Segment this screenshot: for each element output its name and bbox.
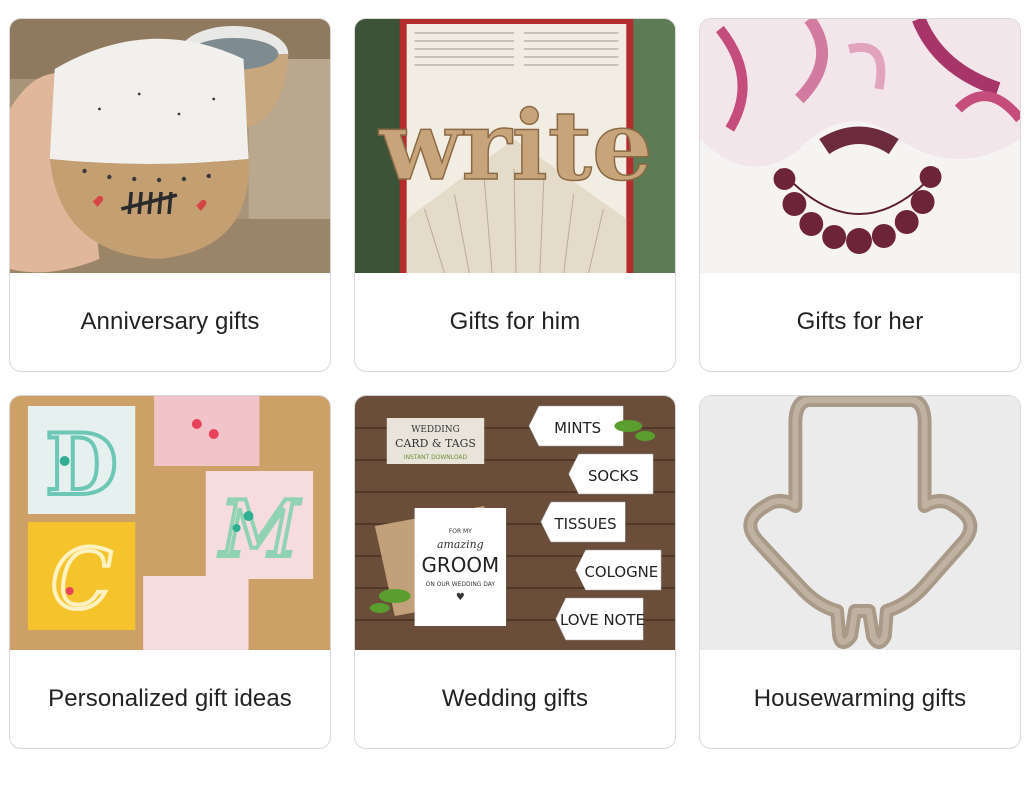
gift-category-grid: Anniversary gifts write Gifts for him Gi…	[9, 18, 1021, 749]
wedding-header-line-2: CARD & TAGS	[395, 437, 476, 450]
svg-text:♥: ♥	[456, 592, 465, 603]
wedding-header-line-3: INSTANT DOWNLOAD	[404, 454, 468, 461]
category-label: Anniversary gifts	[80, 308, 260, 335]
gifts-for-her-image	[700, 19, 1020, 273]
category-card-housewarming[interactable]: Housewarming gifts	[699, 395, 1021, 749]
svg-text:M: M	[218, 485, 302, 575]
card-line-3: GROOM	[422, 554, 500, 577]
svg-text:D: D	[45, 415, 117, 514]
category-label: Gifts for him	[449, 308, 581, 335]
category-card-anniversary[interactable]: Anniversary gifts	[9, 18, 331, 372]
personalized-image: D M C	[10, 396, 330, 650]
category-label: Personalized gift ideas	[48, 685, 292, 712]
tag-mints: MINTS	[554, 419, 601, 437]
tag-cologne: COLOGNE	[584, 563, 658, 581]
wedding-header-line-1: WEDDING	[411, 425, 460, 435]
category-label: Housewarming gifts	[753, 685, 967, 712]
tag-socks: SOCKS	[588, 467, 639, 485]
card-line-2: amazing	[437, 538, 484, 551]
category-card-gifts-for-her[interactable]: Gifts for her	[699, 18, 1021, 372]
category-card-wedding[interactable]: WEDDING CARD & TAGS INSTANT DOWNLOAD FOR…	[354, 395, 676, 749]
anniversary-image	[10, 19, 330, 273]
category-label: Wedding gifts	[441, 685, 589, 712]
category-card-personalized[interactable]: D M C Personalized gift ideas	[9, 395, 331, 749]
svg-text:C: C	[50, 533, 112, 628]
card-line-4: ON OUR WEDDING DAY	[426, 581, 496, 588]
tag-love-note: LOVE NOTE	[560, 611, 645, 629]
wedding-image: WEDDING CARD & TAGS INSTANT DOWNLOAD FOR…	[355, 396, 675, 650]
card-line-1: FOR MY	[449, 528, 472, 535]
housewarming-image	[700, 396, 1020, 650]
category-card-gifts-for-him[interactable]: write Gifts for him	[354, 18, 676, 372]
tag-tissues: TISSUES	[553, 515, 616, 533]
book-word-text: write	[378, 89, 652, 202]
category-label: Gifts for her	[796, 308, 924, 335]
gifts-for-him-image: write	[355, 19, 675, 273]
